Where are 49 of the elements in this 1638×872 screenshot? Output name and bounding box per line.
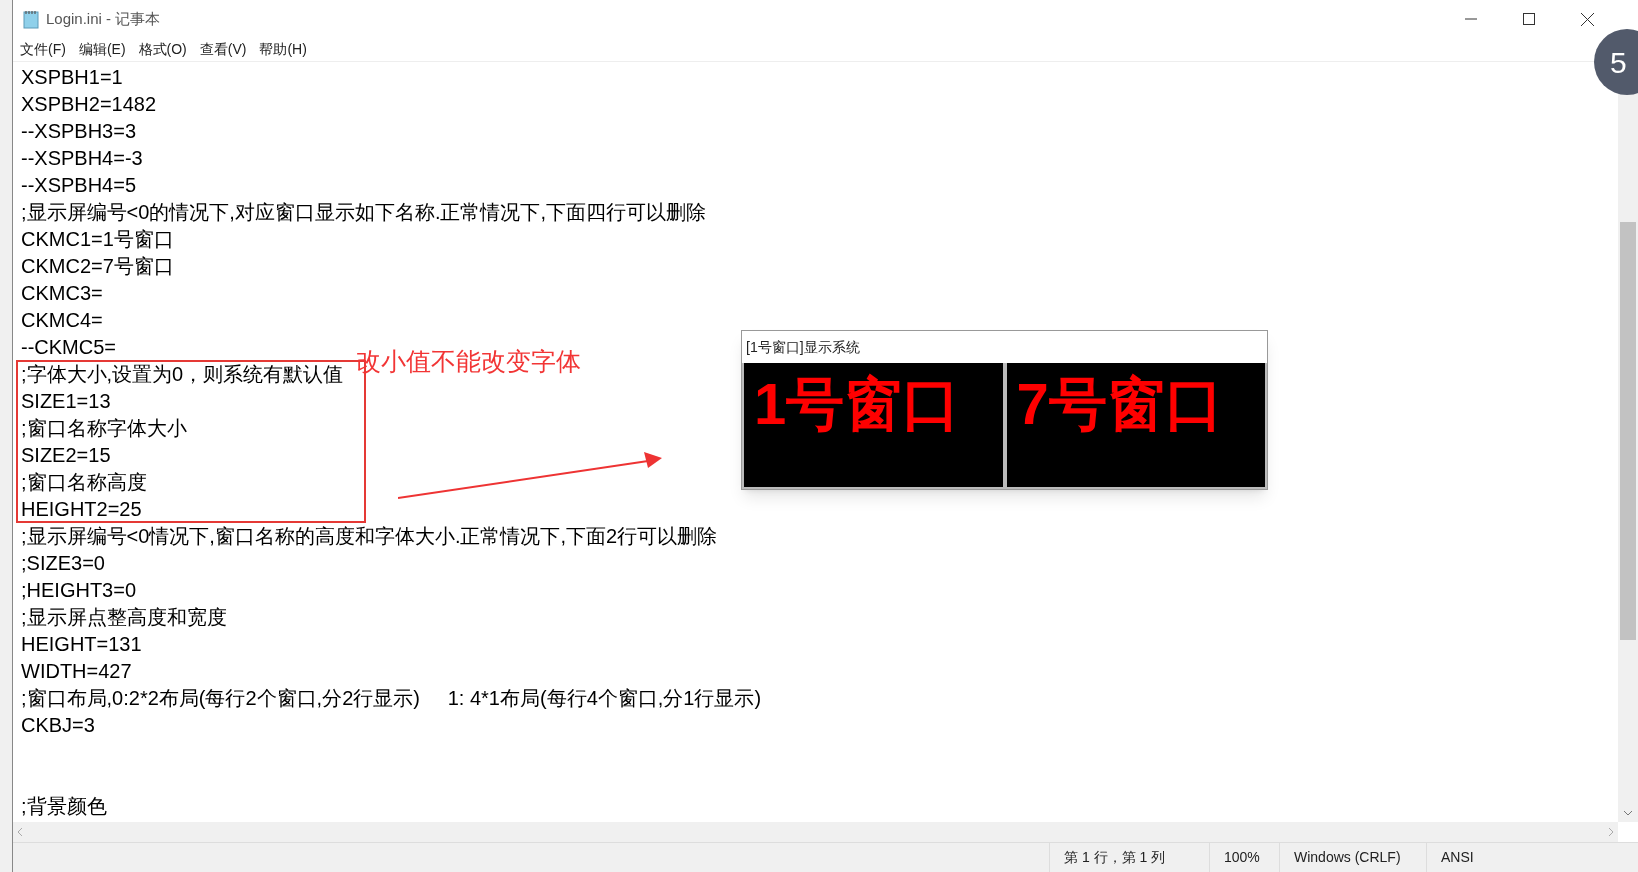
window-title: Login.ini - 记事本: [46, 8, 161, 29]
text-line: ;背景颜色: [21, 794, 107, 819]
text-line: --XSPBH3=3: [21, 119, 137, 144]
minimize-icon: [1465, 18, 1477, 20]
menu-item[interactable]: 文件(F): [15, 39, 71, 60]
badge-number: 5: [1610, 44, 1627, 81]
scroll-left-icon[interactable]: [17, 827, 23, 837]
text-line: ;显示屏编号<0的情况下,对应窗口显示如下名称.正常情况下,下面四行可以删除: [21, 200, 707, 225]
text-line: ;窗口名称字体大小: [21, 416, 187, 441]
text-line: ;显示屏点整高度和宽度: [21, 605, 227, 630]
text-line: HEIGHT=131: [21, 632, 142, 657]
status-field: 100%: [1209, 843, 1279, 872]
status-field: Windows (CRLF): [1279, 843, 1426, 872]
text-line: ;窗口布局,0:2*2布局(每行2个窗口,分2行显示) 1: 4*1布局(每行4个窗口,分1行显示): [21, 686, 762, 711]
close-icon: [1580, 12, 1594, 26]
menu-item[interactable]: 编辑(E): [73, 39, 131, 60]
menu-item[interactable]: 格式(O): [133, 39, 192, 60]
text-line: WIDTH=427: [21, 659, 132, 684]
text-line: --XSPBH4=-3: [21, 146, 143, 171]
menu-item[interactable]: 查看(V): [194, 39, 252, 60]
text-line: XSPBH2=1482: [21, 92, 157, 117]
text-line: CKMC3=: [21, 281, 103, 306]
text-line: ;HEIGHT3=0: [21, 578, 137, 603]
text-line: CKBJ=3: [21, 713, 95, 738]
text-line: XSPBH1=1: [21, 65, 123, 90]
text-line: ;显示屏编号<0情况下,窗口名称的高度和字体大小.正常情况下,下面2行可以删除: [21, 524, 718, 549]
text-line: SIZE1=13: [21, 389, 111, 414]
scroll-down-icon[interactable]: [1623, 810, 1633, 816]
status-field: 第 1 行，第 1 列: [1049, 843, 1209, 872]
menu-item[interactable]: 帮助(H): [254, 39, 312, 60]
text-line: CKMC4=: [21, 308, 103, 333]
text-line: CKMC1=1号窗口: [21, 227, 174, 252]
status-field: ANSI: [1426, 843, 1546, 872]
display-pane: 1号窗口: [744, 363, 1003, 487]
text-line: HEIGHT2=25: [21, 497, 142, 522]
text-line: --CKMC5=: [21, 335, 116, 360]
text-line: ;字体大小,设置为0，则系统有默认值: [21, 362, 344, 387]
preview-window-title: [1号窗口]显示系统: [745, 337, 861, 357]
text-line: ;SIZE3=0: [21, 551, 105, 576]
notepad-icon: [22, 9, 40, 29]
text-line: SIZE2=15: [21, 443, 111, 468]
annotation-text: 改小值不能改变字体: [356, 346, 581, 377]
text-line: ;窗口名称高度: [21, 470, 147, 495]
text-line: CKMC2=7号窗口: [21, 254, 174, 279]
text-line: --XSPBH4=5: [21, 173, 137, 198]
display-pane: 7号窗口: [1006, 363, 1265, 487]
maximize-icon: [1523, 13, 1535, 25]
scrollbar-thumb[interactable]: [1620, 222, 1636, 640]
scroll-right-icon[interactable]: [1608, 827, 1614, 837]
